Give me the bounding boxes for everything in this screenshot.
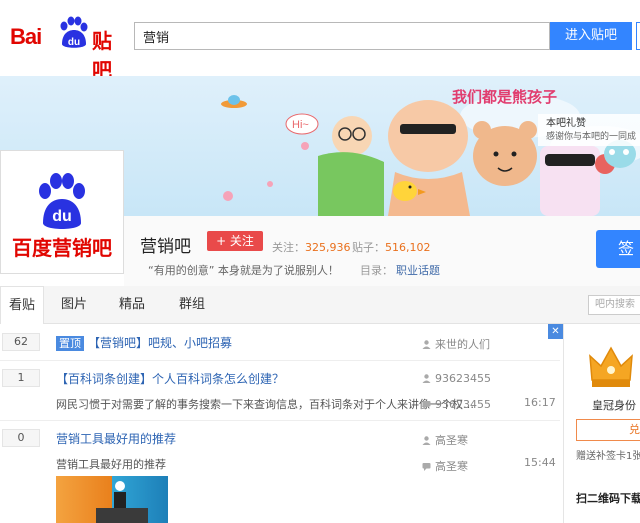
forum-tabs: 看贴 图片 精品 群组 — [0, 286, 640, 324]
logo-bai-text: Bai — [10, 24, 42, 49]
tab-groups[interactable]: 群组 — [170, 286, 214, 323]
gift-note: 赠送补签卡1张 — [576, 451, 640, 462]
thread-author[interactable]: 高圣寒 — [422, 432, 468, 448]
forum-logo-art: du 百度营销吧 — [12, 173, 112, 260]
thread-thumbnail[interactable] — [56, 476, 168, 523]
create-tieba-button[interactable] — [636, 22, 640, 50]
qr-download-label: 扫二维码下载 — [576, 492, 640, 505]
thread-author[interactable]: 来世的人们 — [422, 336, 490, 352]
thread-title-text[interactable]: 【营销吧】吧规、小吧招募 — [88, 336, 232, 350]
svg-text:du: du — [68, 37, 80, 48]
user-icon — [422, 340, 431, 349]
crown-identity-label: 皇冠身份 — [592, 399, 636, 412]
gift-title: 本吧礼赞 — [546, 116, 586, 129]
baidu-tieba-logo[interactable]: Bai du 贴吧 — [10, 16, 122, 82]
row-divider — [0, 420, 560, 421]
reply-icon — [422, 401, 431, 409]
forum-search-input[interactable]: 吧内搜索 — [588, 295, 640, 315]
reply-icon — [422, 463, 431, 471]
category-link[interactable]: 职业话题 — [396, 262, 440, 278]
thread-title[interactable]: 营销工具最好用的推荐 — [56, 430, 176, 447]
close-icon[interactable]: ✕ — [548, 324, 563, 339]
reply-count: 62 — [2, 333, 40, 351]
followers-label: 关注： — [272, 241, 305, 254]
posts-count: 516,102 — [385, 241, 431, 254]
thread-abstract: 网民习惯于对需要了解的事务搜索一下来查询信息，百科词条对于个人来讲像一个权… — [56, 398, 474, 411]
posts-stat: 贴子：516,102 — [352, 239, 431, 255]
followers-count: 325,936 — [305, 241, 351, 254]
tab-posts[interactable]: 看贴 — [0, 286, 44, 324]
last-author-name[interactable]: 高圣寒 — [435, 460, 468, 473]
user-icon — [422, 436, 431, 445]
redeem-button[interactable]: 兑 — [576, 419, 640, 441]
hi-text: Hi~ — [292, 119, 309, 131]
last-reply-time: 16:17 — [524, 396, 556, 409]
author-name[interactable]: 来世的人们 — [435, 338, 490, 351]
crown-icon — [589, 346, 633, 387]
top-bar: Bai du 贴吧 进入贴吧 — [0, 0, 640, 82]
thread-author[interactable]: 93623455 — [422, 372, 491, 385]
forum-name[interactable]: 营销吧 — [140, 232, 191, 257]
author-name[interactable]: 高圣寒 — [435, 434, 468, 447]
thread-title[interactable]: 置顶 【营销吧】吧规、小吧招募 — [56, 334, 232, 351]
last-author-name[interactable]: 93623455 — [435, 398, 491, 411]
category-label: 目录： — [360, 264, 393, 277]
last-reply-author[interactable]: 高圣寒 — [422, 458, 468, 474]
forum-slogan: “有用的创意” 本身就是为了说服别人！ — [148, 264, 339, 277]
reply-count: 0 — [2, 429, 40, 447]
thread-title[interactable]: 【百科词条创建】个人百科词条怎么创建？ — [56, 370, 284, 387]
thread-abstract: 营销工具最好用的推荐 — [56, 458, 166, 471]
logo-tieba-text: 贴吧 — [92, 29, 112, 82]
follow-button[interactable]: + 关注 — [207, 231, 263, 251]
sign-in-button[interactable]: 签 — [596, 230, 640, 268]
author-name[interactable]: 93623455 — [435, 372, 491, 385]
tab-images[interactable]: 图片 — [52, 286, 96, 323]
thumbnail-figure-icon — [96, 481, 148, 523]
banner-slogan-art: 我们都是熊孩子 — [452, 88, 557, 106]
followers-stat: 关注：325,936 — [272, 239, 351, 255]
row-divider — [0, 360, 560, 361]
forum-logo-du: du — [52, 208, 72, 225]
baidu-paw-icon: du — [60, 16, 88, 48]
last-reply-author[interactable]: 93623455 — [422, 398, 491, 411]
user-icon — [422, 374, 431, 383]
tab-featured[interactable]: 精品 — [110, 286, 154, 323]
enter-tieba-button[interactable]: 进入贴吧 — [550, 22, 632, 50]
last-reply-time: 15:44 — [524, 456, 556, 469]
posts-label: 贴子： — [352, 241, 385, 254]
forum-logo[interactable]: du 百度营销吧 — [0, 150, 124, 274]
gift-subtitle: 感谢你与本吧的一同成 — [546, 130, 636, 142]
forum-logo-text: 百度营销吧 — [12, 236, 112, 260]
search-input[interactable] — [134, 22, 550, 50]
pinned-badge: 置顶 — [56, 336, 84, 351]
reply-count: 1 — [2, 369, 40, 387]
